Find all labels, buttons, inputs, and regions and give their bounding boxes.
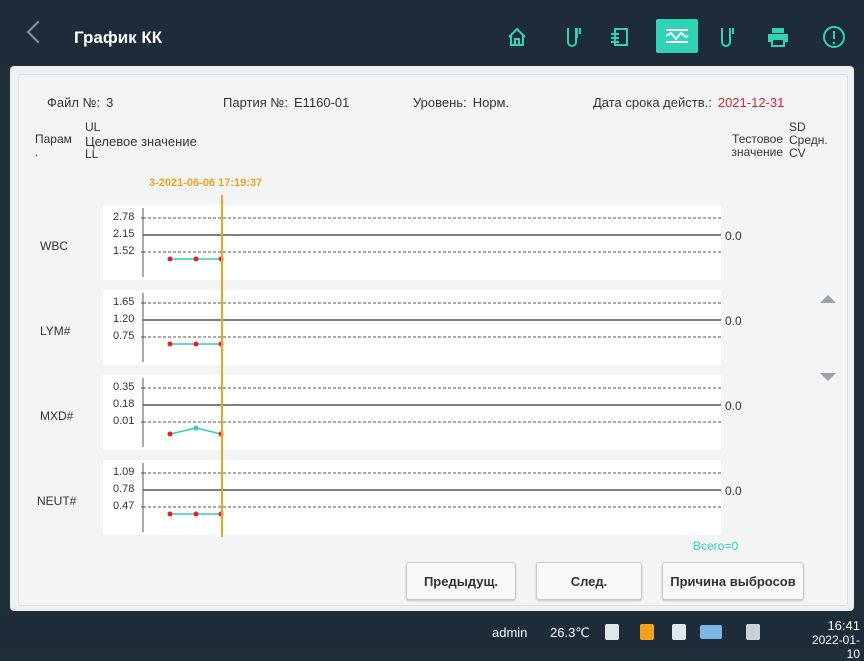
file-number: Файл №: 3 <box>47 95 114 110</box>
back-arrow-icon[interactable] <box>26 20 50 44</box>
network-disconnected-icon <box>700 625 722 639</box>
temperature: 26.3℃ <box>550 625 590 640</box>
qc-chart-card: Файл №: 3 Партия №: E1160-01 Уровень: Норм.… <box>18 74 848 606</box>
selected-run-cursor[interactable] <box>221 195 223 537</box>
chart-lines <box>141 378 721 447</box>
page-title: График КК <box>74 28 163 47</box>
reagent-tube-icon[interactable] <box>713 24 741 50</box>
result-wbc: 0.0 <box>725 229 742 243</box>
alert-icon[interactable] <box>820 24 848 50</box>
qc-chart-icon[interactable] <box>656 19 698 53</box>
chart-lines <box>141 293 721 362</box>
param-header: Парам. <box>35 132 72 159</box>
scroll-down-icon[interactable] <box>820 373 836 381</box>
printer-status-icon <box>746 624 760 640</box>
reagent-diluent-icon <box>605 624 619 640</box>
test-tube-icon[interactable] <box>560 24 588 50</box>
param-name-neut: NEUT# <box>37 494 77 508</box>
reagent-lyse-icon <box>640 624 654 640</box>
result-neut: 0.0 <box>725 484 742 498</box>
current-user: admin <box>492 625 528 640</box>
selected-timestamp: 3-2021-06-06 17:19:37 <box>149 177 263 189</box>
limits-header: UL Целевое значение LL <box>85 120 197 161</box>
top-bar: График КК <box>0 0 864 66</box>
param-name-mxd: MXD# <box>40 409 74 423</box>
qc-chart-neut: 1.09 0.78 0.47 <box>103 460 721 535</box>
printer-icon[interactable] <box>764 24 792 50</box>
param-name-lym: LYM# <box>40 324 71 338</box>
reagent-cleaner-icon <box>672 624 686 640</box>
clock: 16:41 2022-01-10 <box>808 618 860 661</box>
home-icon[interactable] <box>503 24 531 50</box>
scroll-up-icon[interactable] <box>820 295 836 303</box>
total-count: Всего=0 <box>693 539 739 553</box>
clock-date: 2022-01-10 <box>811 633 860 661</box>
main-area: Файл №: 3 Партия №: E1160-01 Уровень: Норм.… <box>10 66 854 611</box>
chart-lines <box>141 463 721 532</box>
param-name-wbc: WBC <box>40 239 68 253</box>
expiry-date: Дата срока действ.: 2021-12-31 <box>593 95 785 110</box>
qc-chart-mxd: 0.35 0.18 0.01 <box>103 375 721 450</box>
result-lym: 0.0 <box>725 314 742 328</box>
lot-number: Партия №: E1160-01 <box>223 95 350 110</box>
outlier-reason-button[interactable]: Причина выбросов <box>662 562 804 600</box>
chart-lines <box>141 208 721 277</box>
clock-time: 16:41 <box>827 618 860 633</box>
next-button[interactable]: След. <box>536 562 642 600</box>
exit-icon[interactable] <box>606 24 634 50</box>
qc-chart-wbc: 2.78 2.15 1.52 <box>103 205 721 280</box>
test-value-header: Тестовое значение <box>731 132 783 159</box>
stats-header: SD Средн. CV <box>789 120 828 160</box>
status-bar: admin 26.3℃ 16:41 2022-01-10 <box>0 616 864 661</box>
qc-chart-lym: 1.65 1.20 0.75 <box>103 290 721 365</box>
level: Уровень: Норм. <box>413 95 510 110</box>
result-mxd: 0.0 <box>725 399 742 413</box>
previous-button[interactable]: Предыдущ. <box>406 562 516 600</box>
